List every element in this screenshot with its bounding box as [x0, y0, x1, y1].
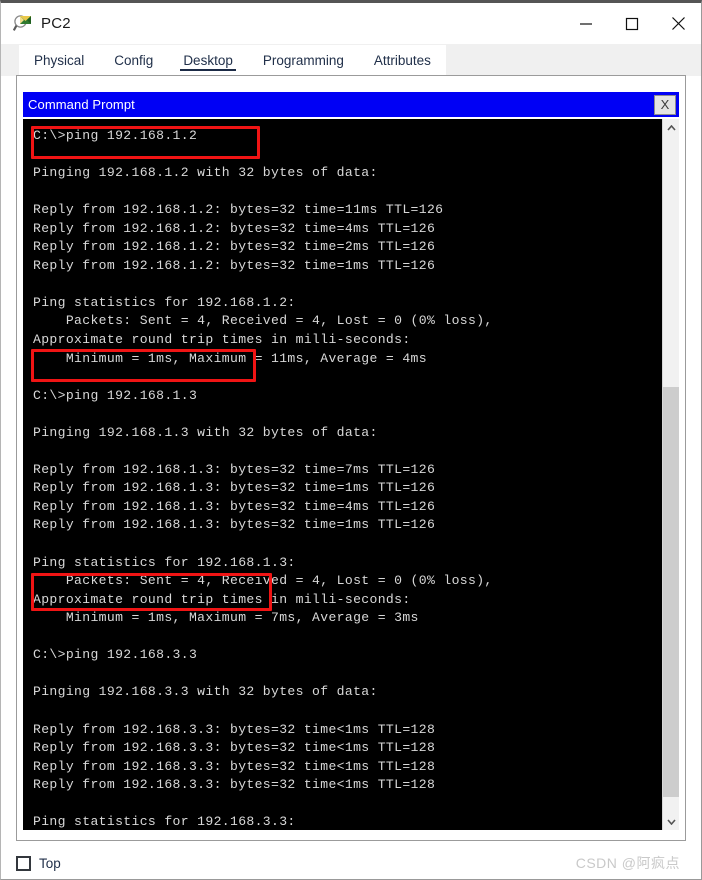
- minimize-button[interactable]: [563, 3, 609, 44]
- close-icon: [671, 17, 685, 30]
- terminal-line: Approximate round trip times in milli-se…: [33, 332, 411, 348]
- terminal-line: Reply from 192.168.3.3: bytes=32 time<1m…: [33, 721, 436, 737]
- terminal-text: C:\>ping 192.168.1.2 Pinging 192.168.1.2…: [23, 119, 662, 830]
- terminal-line: Minimum = 1ms, Maximum = 7ms, Average = …: [33, 610, 419, 626]
- pc-device-icon: [12, 14, 33, 34]
- terminal-line: Reply from 192.168.1.2: bytes=32 time=1m…: [33, 257, 436, 273]
- terminal-line: Reply from 192.168.1.3: bytes=32 time=1m…: [33, 480, 436, 496]
- tab-physical[interactable]: Physical: [19, 45, 100, 76]
- window-footer: Top CSDN @阿疯点: [16, 849, 686, 877]
- window-controls: [563, 3, 701, 44]
- terminal-line: Reply from 192.168.1.3: bytes=32 time=7m…: [33, 461, 436, 477]
- terminal-line: Reply from 192.168.3.3: bytes=32 time<1m…: [33, 758, 436, 774]
- terminal-line: Reply from 192.168.1.3: bytes=32 time=4m…: [33, 498, 436, 514]
- terminal-line: Pinging 192.168.3.3 with 32 bytes of dat…: [33, 684, 378, 700]
- close-button[interactable]: [655, 3, 701, 44]
- tab-desktop[interactable]: Desktop: [168, 45, 248, 76]
- terminal-line: Reply from 192.168.3.3: bytes=32 time<1m…: [33, 740, 436, 756]
- terminal-line: Minimum = 1ms, Maximum = 11ms, Average =…: [33, 350, 427, 366]
- terminal-line: Reply from 192.168.3.3: bytes=32 time<1m…: [33, 777, 436, 793]
- command-prompt-close-button[interactable]: X: [654, 94, 676, 115]
- terminal-line: Pinging 192.168.1.2 with 32 bytes of dat…: [33, 165, 378, 181]
- scroll-up-button[interactable]: [663, 119, 679, 136]
- page-title: PC2: [41, 15, 71, 32]
- terminal-line: Reply from 192.168.1.2: bytes=32 time=2m…: [33, 239, 436, 255]
- terminal-line: Ping statistics for 192.168.1.3:: [33, 554, 296, 570]
- tab-physical-label: Physical: [34, 53, 85, 68]
- tab-programming-label: Programming: [262, 53, 344, 68]
- tab-strip: Physical Config Desktop Programming Attr…: [1, 44, 701, 76]
- terminal-scrollbar[interactable]: [662, 119, 679, 830]
- tab-config[interactable]: Config: [99, 45, 169, 76]
- terminal-line: Reply from 192.168.1.2: bytes=32 time=11…: [33, 202, 444, 218]
- tab-desktop-label: Desktop: [183, 53, 233, 68]
- chevron-up-icon: [666, 124, 676, 131]
- top-checkbox-row[interactable]: Top: [16, 855, 61, 871]
- minimize-icon: [580, 22, 592, 25]
- command-prompt-titlebar: Command Prompt X: [23, 92, 679, 117]
- tab-attributes-label: Attributes: [373, 53, 431, 68]
- tab-list: Physical Config Desktop Programming Attr…: [19, 45, 446, 76]
- command-prompt-title: Command Prompt: [28, 97, 135, 112]
- terminal-line: Reply from 192.168.1.2: bytes=32 time=4m…: [33, 220, 436, 236]
- tab-programming[interactable]: Programming: [247, 45, 359, 76]
- maximize-icon: [625, 17, 639, 30]
- terminal-line: C:\>ping 192.168.1.3: [33, 387, 198, 403]
- terminal-line: C:\>ping 192.168.3.3: [33, 647, 198, 663]
- top-checkbox-label: Top: [39, 855, 61, 871]
- terminal-line: Pinging 192.168.1.3 with 32 bytes of dat…: [33, 424, 378, 440]
- maximize-button[interactable]: [609, 3, 655, 44]
- desktop-content-panel: Command Prompt X C:\>ping 192.168.1.2 Pi…: [16, 75, 686, 841]
- terminal-line: Reply from 192.168.1.3: bytes=32 time=1m…: [33, 517, 436, 533]
- scrollbar-thumb[interactable]: [663, 387, 679, 797]
- terminal-output-area[interactable]: C:\>ping 192.168.1.2 Pinging 192.168.1.2…: [23, 119, 679, 830]
- tab-config-label: Config: [114, 53, 154, 68]
- terminal-line: Approximate round trip times in milli-se…: [33, 591, 411, 607]
- terminal-line: Ping statistics for 192.168.1.2:: [33, 294, 296, 310]
- watermark: CSDN @阿疯点: [575, 855, 680, 871]
- chevron-down-icon: [666, 818, 676, 825]
- tab-attributes[interactable]: Attributes: [358, 45, 446, 76]
- terminal-line: Ping statistics for 192.168.3.3:: [33, 814, 296, 830]
- scroll-down-button[interactable]: [663, 813, 679, 830]
- terminal-line: Packets: Sent = 4, Received = 4, Lost = …: [33, 313, 493, 329]
- window-title-bar: PC2: [1, 3, 701, 44]
- top-checkbox[interactable]: [16, 855, 31, 871]
- device-config-window: PC2 Physical Config Desktop Programming …: [0, 0, 702, 880]
- terminal-line: C:\>ping 192.168.1.2: [33, 128, 198, 143]
- terminal-line: Packets: Sent = 4, Received = 4, Lost = …: [33, 573, 493, 589]
- command-prompt-window: Command Prompt X C:\>ping 192.168.1.2 Pi…: [23, 92, 679, 837]
